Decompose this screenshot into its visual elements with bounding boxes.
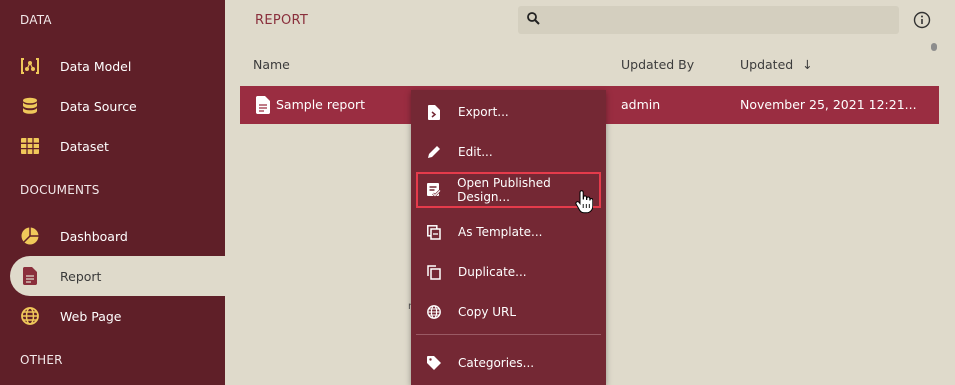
tag-icon: [426, 355, 442, 371]
scrollbar-thumb[interactable]: [931, 43, 937, 51]
section-header-data: DATA: [20, 13, 52, 27]
sidebar-item-label: Dashboard: [60, 228, 128, 244]
column-header-name[interactable]: Name: [253, 57, 290, 72]
search-input[interactable]: [548, 13, 899, 27]
menu-item-open-published-design[interactable]: Open Published Design...: [416, 172, 601, 208]
sidebar-item-web-page[interactable]: Web Page: [10, 296, 240, 336]
column-header-updated-by[interactable]: Updated By: [621, 57, 694, 72]
sidebar-item-label: Data Source: [60, 98, 137, 114]
row-name: Sample report: [276, 97, 366, 112]
page-title: REPORT: [255, 13, 309, 28]
document-icon: [256, 96, 270, 114]
published-design-icon: [426, 182, 441, 198]
sidebar-item-dataset[interactable]: Dataset: [10, 126, 240, 166]
context-menu: Export... Edit... Open Published Design.…: [411, 90, 606, 385]
globe-icon: [20, 306, 40, 326]
sidebar-item-report[interactable]: Report: [10, 256, 240, 296]
menu-item-edit[interactable]: Edit...: [416, 134, 601, 170]
database-icon: [20, 96, 40, 116]
data-model-icon: [20, 56, 40, 76]
pie-chart-icon: [20, 226, 40, 246]
column-header-updated[interactable]: Updated ↓: [740, 57, 813, 72]
grid-icon: [20, 136, 40, 156]
menu-item-label: Edit...: [458, 145, 493, 159]
menu-item-duplicate[interactable]: Duplicate...: [416, 254, 601, 290]
globe-icon: [426, 304, 442, 320]
document-icon: [20, 266, 40, 286]
info-icon[interactable]: [913, 11, 931, 29]
menu-item-export[interactable]: Export...: [416, 94, 601, 130]
menu-item-label: Duplicate...: [458, 265, 527, 279]
search-icon: [527, 12, 540, 28]
row-updated-by: admin: [621, 97, 661, 112]
sidebar: DATA Data Model Data Source Dataset DOCU…: [0, 0, 240, 385]
export-icon: [426, 104, 442, 120]
menu-item-copy-url[interactable]: Copy URL: [416, 294, 601, 330]
menu-item-categories[interactable]: Categories...: [416, 345, 601, 381]
menu-item-label: Copy URL: [458, 305, 517, 319]
hand-cursor-icon: [575, 190, 594, 214]
section-header-other: OTHER: [20, 353, 63, 367]
sidebar-item-data-source[interactable]: Data Source: [10, 86, 240, 126]
search-bar[interactable]: [518, 6, 899, 34]
menu-item-label: Export...: [458, 105, 509, 119]
sidebar-item-label: Data Model: [60, 58, 132, 74]
template-icon: [426, 224, 442, 240]
menu-divider: [416, 334, 601, 335]
sidebar-item-label: Dataset: [60, 138, 109, 154]
menu-item-label: As Template...: [458, 225, 543, 239]
pencil-icon: [426, 144, 442, 160]
sidebar-item-label: Report: [60, 268, 102, 284]
sort-arrow-icon: ↓: [802, 57, 813, 72]
sidebar-item-data-model[interactable]: Data Model: [10, 46, 240, 86]
menu-item-as-template[interactable]: As Template...: [416, 214, 601, 250]
sidebar-item-label: Web Page: [60, 308, 122, 324]
duplicate-icon: [426, 264, 442, 280]
column-header-label: Updated: [740, 57, 794, 72]
menu-item-label: Categories...: [458, 356, 535, 370]
sidebar-item-dashboard[interactable]: Dashboard: [10, 216, 240, 256]
section-header-documents: DOCUMENTS: [20, 183, 100, 197]
row-updated: November 25, 2021 12:21...: [740, 97, 917, 112]
